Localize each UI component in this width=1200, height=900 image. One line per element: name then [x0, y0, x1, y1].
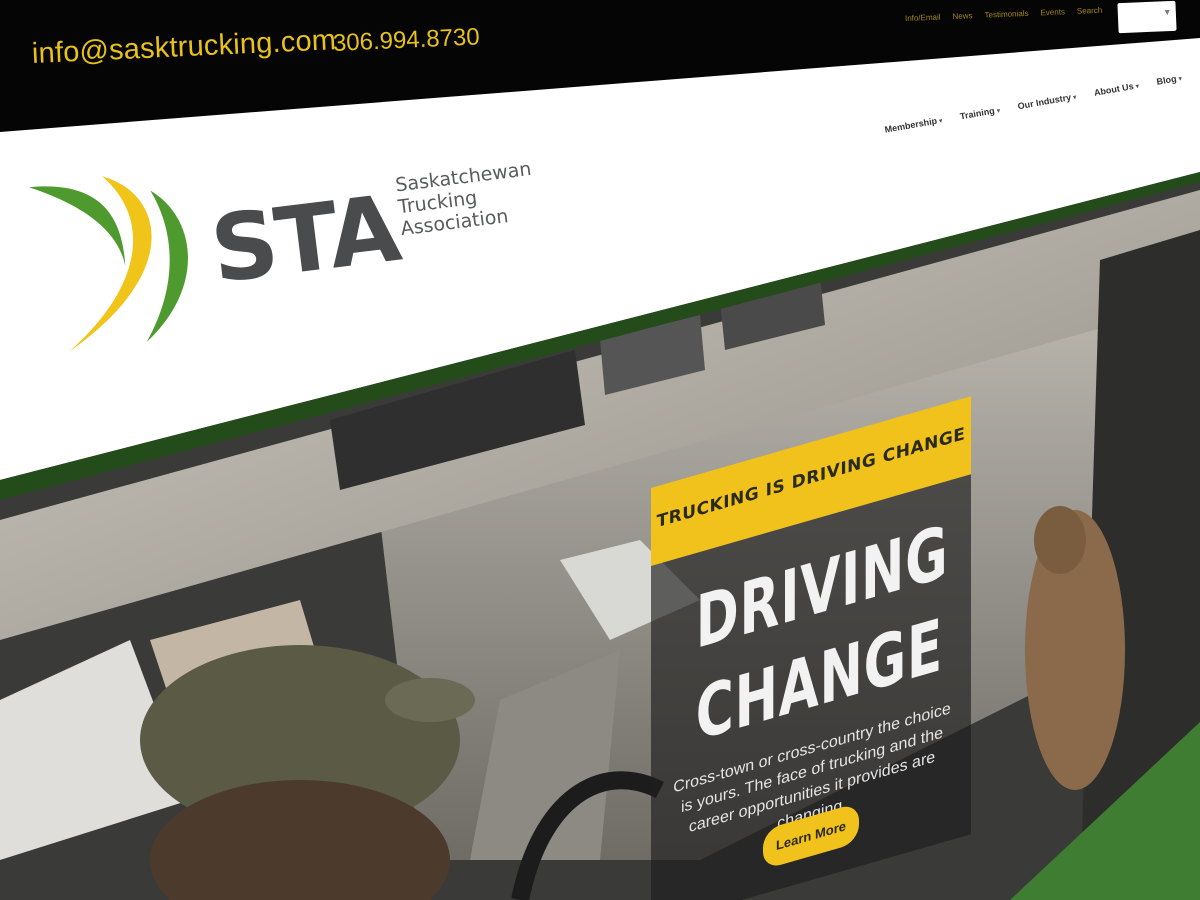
- chevron-down-icon: ▾: [938, 117, 944, 126]
- chevron-down-icon: ▾: [1164, 7, 1171, 19]
- chevron-down-icon: ▾: [1072, 94, 1078, 102]
- logo-acronym: STA: [205, 174, 405, 304]
- language-select[interactable]: ▾: [1117, 0, 1177, 34]
- utility-link[interactable]: Search: [1077, 6, 1103, 16]
- utility-link[interactable]: Info/Email: [905, 13, 941, 23]
- chevron-down-icon: ▾: [1135, 83, 1140, 91]
- utility-link[interactable]: News: [952, 11, 972, 21]
- road-swoosh-icon: [28, 176, 188, 352]
- utility-link[interactable]: Testimonials: [984, 9, 1028, 20]
- chevron-down-icon: ▾: [1177, 75, 1183, 84]
- chevron-down-icon: ▾: [996, 107, 1001, 116]
- utility-link[interactable]: Events: [1040, 7, 1065, 17]
